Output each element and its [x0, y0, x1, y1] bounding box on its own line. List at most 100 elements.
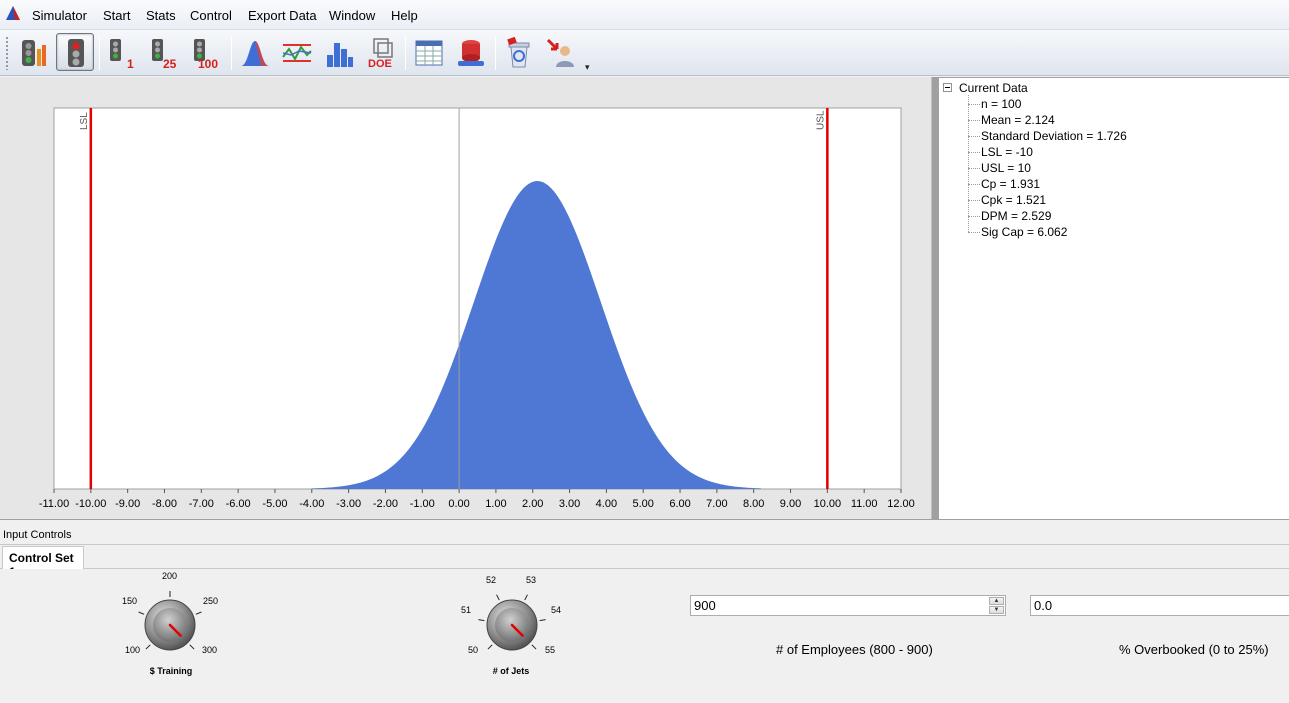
doe-button[interactable]: DOE — [361, 33, 399, 71]
jets-tick-53: 53 — [526, 575, 537, 585]
spin-up-icon[interactable]: ▲ — [989, 597, 1004, 605]
menu-stats[interactable]: Stats — [146, 8, 176, 23]
traffic-light-icon — [68, 39, 84, 67]
tab-control-set-1[interactable]: Control Set 1 — [2, 546, 84, 579]
toolbar: 1 25 100 DOE ▾ — [0, 30, 1289, 76]
input-controls-header: Input Controls — [0, 519, 1289, 545]
knob-tick — [531, 644, 537, 650]
distribution-plot-panel: LSL USL -11.00 -10.00 -9.00 -8.00 -7.00 -6.00… — [0, 77, 932, 519]
x-tick-label: 0.00 — [448, 498, 469, 510]
traffic-light-25-icon: 25 — [152, 39, 177, 69]
x-tick-label: 12.00 — [887, 498, 915, 510]
x-tick-label: -7.00 — [189, 498, 214, 510]
table-icon — [415, 40, 443, 66]
training-knob-label: $ Training — [149, 666, 193, 676]
toolbar-separator — [495, 36, 496, 70]
input-controls-title: Input Controls — [3, 529, 72, 541]
knob-tick — [195, 611, 202, 615]
x-tick-label: 4.00 — [596, 498, 617, 510]
menu-help[interactable]: Help — [391, 8, 418, 23]
panel-splitter[interactable] — [932, 77, 939, 519]
distribution-button[interactable] — [235, 33, 273, 71]
histogram-button[interactable] — [319, 33, 357, 71]
svg-text:25: 25 — [163, 57, 177, 69]
toolbar-grip[interactable] — [5, 36, 9, 70]
jets-tick-55: 55 — [545, 645, 556, 655]
lsl-label: LSL — [79, 112, 90, 130]
run-100-button[interactable]: 100 — [187, 33, 225, 71]
x-tick-label: -8.00 — [152, 498, 177, 510]
jets-tick-51: 51 — [461, 605, 472, 615]
knob-tick — [145, 644, 151, 650]
menu-simulator[interactable]: Simulator — [32, 8, 87, 23]
training-tick-300: 300 — [202, 645, 218, 655]
employees-spinbox[interactable]: 900 ▲ ▼ — [690, 595, 1006, 616]
tree-collapse-icon[interactable] — [943, 83, 952, 92]
database-button[interactable] — [451, 33, 489, 71]
jets-tick-50: 50 — [468, 645, 479, 655]
x-tick-label: -6.00 — [226, 498, 251, 510]
x-tick-label: 2.00 — [522, 498, 543, 510]
tree-item-label: Sig Cap = 6.062 — [981, 225, 1068, 239]
x-tick-label: 9.00 — [780, 498, 801, 510]
toolbar-separator — [405, 36, 406, 70]
person-export-icon — [546, 38, 574, 67]
toolbar-overflow-icon[interactable]: ▾ — [585, 62, 590, 73]
run-1-button[interactable]: 1 — [103, 33, 141, 71]
clear-button[interactable] — [499, 33, 537, 71]
menu-export-data[interactable]: Export Data — [248, 8, 317, 23]
control-set-tabs: Control Set 1 — [0, 545, 1289, 579]
knob-tick — [496, 594, 500, 601]
tree-item-label: Cpk = 1.521 — [981, 193, 1047, 207]
tree-item-label: LSL = -10 — [981, 145, 1033, 159]
training-tick-250: 250 — [203, 596, 219, 606]
simulator-settings-button[interactable] — [14, 33, 52, 71]
overbooked-input[interactable]: 0.0 — [1030, 595, 1289, 616]
jets-tick-54: 54 — [551, 605, 562, 615]
app-logo-icon[interactable] — [4, 4, 22, 22]
tree-item-label: n = 100 — [981, 97, 1022, 111]
employees-value: 900 — [694, 598, 716, 613]
training-tick-200: 200 — [162, 571, 178, 581]
x-tick-label: 6.00 — [669, 498, 690, 510]
tree-item-label: USL = 10 — [981, 161, 1031, 175]
menu-start[interactable]: Start — [103, 8, 130, 23]
current-data-tree: Current Data n = 100 Mean = 2.124 Standa… — [939, 77, 1289, 519]
knob-tick — [478, 619, 485, 622]
x-tick-label: -3.00 — [336, 498, 361, 510]
run-25-button[interactable]: 25 — [145, 33, 183, 71]
bell-curve-icon — [241, 41, 269, 66]
x-tick-label: 1.00 — [485, 498, 506, 510]
jets-knob-label: # of Jets — [492, 666, 530, 676]
export-button[interactable] — [541, 33, 579, 71]
tree-connector — [968, 95, 969, 232]
svg-text:100: 100 — [198, 57, 218, 69]
menu-control[interactable]: Control — [190, 8, 232, 23]
svg-text:1: 1 — [127, 57, 134, 69]
x-tick-label: 3.00 — [559, 498, 580, 510]
tree-root-current-data[interactable]: Current Data — [959, 81, 1028, 95]
run-continuous-button[interactable] — [56, 33, 94, 71]
data-table-button[interactable] — [409, 33, 447, 71]
app-window: Simulator Start Stats Control Export Dat… — [0, 0, 1289, 703]
knob-tick — [487, 644, 493, 650]
menu-window[interactable]: Window — [329, 8, 375, 23]
toolbar-separator — [99, 36, 100, 70]
traffic-light-chart-icon — [22, 40, 46, 66]
x-tick-label: -5.00 — [262, 498, 287, 510]
run-chart-button[interactable] — [277, 33, 315, 71]
knob-tick — [189, 644, 195, 650]
employees-label: # of Employees (800 - 900) — [776, 642, 933, 657]
x-tick-label: 11.00 — [851, 498, 878, 510]
training-tick-150: 150 — [122, 596, 138, 606]
database-icon — [458, 40, 484, 66]
spin-down-icon[interactable]: ▼ — [989, 606, 1004, 614]
svg-text:DOE: DOE — [368, 58, 392, 69]
control-area: 200 150 250 100 300 $ Training 52 53 51 … — [0, 569, 1289, 703]
recycle-bin-icon — [507, 37, 530, 68]
tree-item-label: Cp = 1.931 — [981, 177, 1041, 191]
x-tick-label: -9.00 — [115, 498, 140, 510]
x-axis-ticks: -11.00 -10.00 -9.00 -8.00 -7.00 -6.00 -5.00 -4.… — [39, 489, 915, 510]
x-tick-label: -11.00 — [39, 498, 69, 510]
training-tick-100: 100 — [125, 645, 141, 655]
